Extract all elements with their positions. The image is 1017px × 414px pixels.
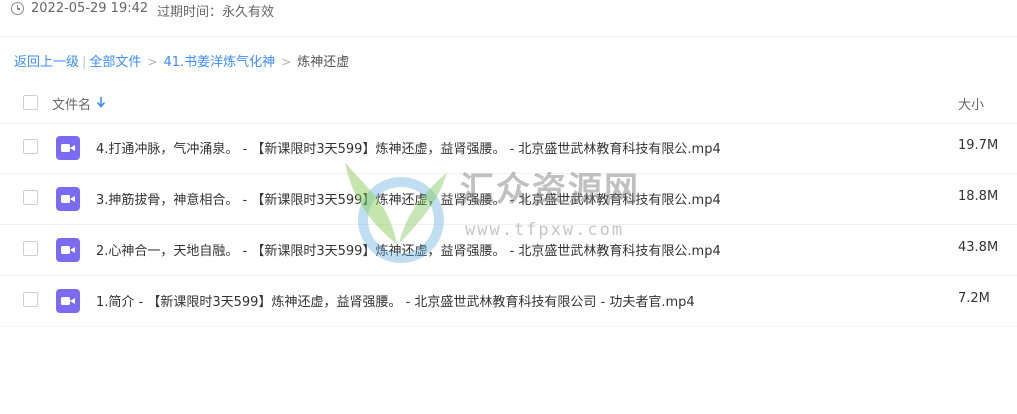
expire-text: 过期时间：永久有效 bbox=[157, 5, 275, 20]
row-checkbox[interactable] bbox=[23, 241, 38, 256]
file-size: 19.7M bbox=[958, 138, 999, 153]
file-row[interactable]: 2.心神合一，天地自融。 - 【新课限时3天599】炼神还虚，益肾强腰。 - 北… bbox=[0, 225, 1017, 276]
breadcrumb-divider: | bbox=[82, 55, 87, 70]
row-checkbox[interactable] bbox=[23, 139, 38, 154]
file-table-header: 文件名 大小 bbox=[0, 83, 1017, 124]
video-file-icon bbox=[56, 187, 80, 211]
video-file-icon bbox=[56, 289, 80, 313]
row-checkbox[interactable] bbox=[23, 292, 38, 307]
row-checkbox[interactable] bbox=[23, 190, 38, 205]
share-info-bar: 2022-05-29 19:42 过期时间：永久有效 bbox=[0, 0, 1017, 37]
chevron-right-icon: > bbox=[147, 55, 158, 69]
clock-icon bbox=[11, 2, 24, 15]
chevron-right-icon: > bbox=[281, 55, 292, 69]
file-name[interactable]: 3.抻筋拔骨，神意相合。 - 【新课限时3天599】炼神还虚，益肾强腰。 - 北… bbox=[96, 189, 721, 208]
video-file-icon bbox=[56, 136, 80, 160]
current-folder: 炼神还虚 bbox=[297, 55, 350, 70]
file-name[interactable]: 2.心神合一，天地自融。 - 【新课限时3天599】炼神还虚，益肾强腰。 - 北… bbox=[96, 240, 721, 259]
file-row[interactable]: 1.简介 - 【新课限时3天599】炼神还虚，益肾强腰。 - 北京盛世武林教育科… bbox=[0, 276, 1017, 327]
arrow-down-icon[interactable] bbox=[96, 96, 106, 108]
file-size: 43.8M bbox=[958, 240, 999, 255]
breadcrumb: 返回上一级 | 全部文件 >41.书姜洋炼气化神 > 炼神还虚 bbox=[14, 51, 349, 70]
file-name[interactable]: 4.打通冲脉，气冲涌泉。 - 【新课限时3天599】炼神还虚，益肾强腰。 - 北… bbox=[96, 138, 721, 157]
column-header-size: 大小 bbox=[958, 98, 985, 113]
select-all-checkbox[interactable] bbox=[23, 95, 38, 110]
folder-link[interactable]: 41.书姜洋炼气化神 bbox=[163, 55, 275, 70]
back-link[interactable]: 返回上一级 bbox=[14, 55, 79, 70]
file-row[interactable]: 3.抻筋拔骨，神意相合。 - 【新课限时3天599】炼神还虚，益肾强腰。 - 北… bbox=[0, 174, 1017, 225]
video-file-icon bbox=[56, 238, 80, 262]
share-date: 2022-05-29 19:42 bbox=[31, 1, 149, 16]
file-size: 18.8M bbox=[958, 189, 999, 204]
file-name[interactable]: 1.简介 - 【新课限时3天599】炼神还虚，益肾强腰。 - 北京盛世武林教育科… bbox=[96, 291, 695, 310]
column-header-name[interactable]: 文件名 bbox=[52, 94, 91, 113]
file-row[interactable]: 4.打通冲脉，气冲涌泉。 - 【新课限时3天599】炼神还虚，益肾强腰。 - 北… bbox=[0, 123, 1017, 174]
all-files-link[interactable]: 全部文件 bbox=[89, 55, 141, 70]
file-size: 7.2M bbox=[958, 291, 990, 306]
